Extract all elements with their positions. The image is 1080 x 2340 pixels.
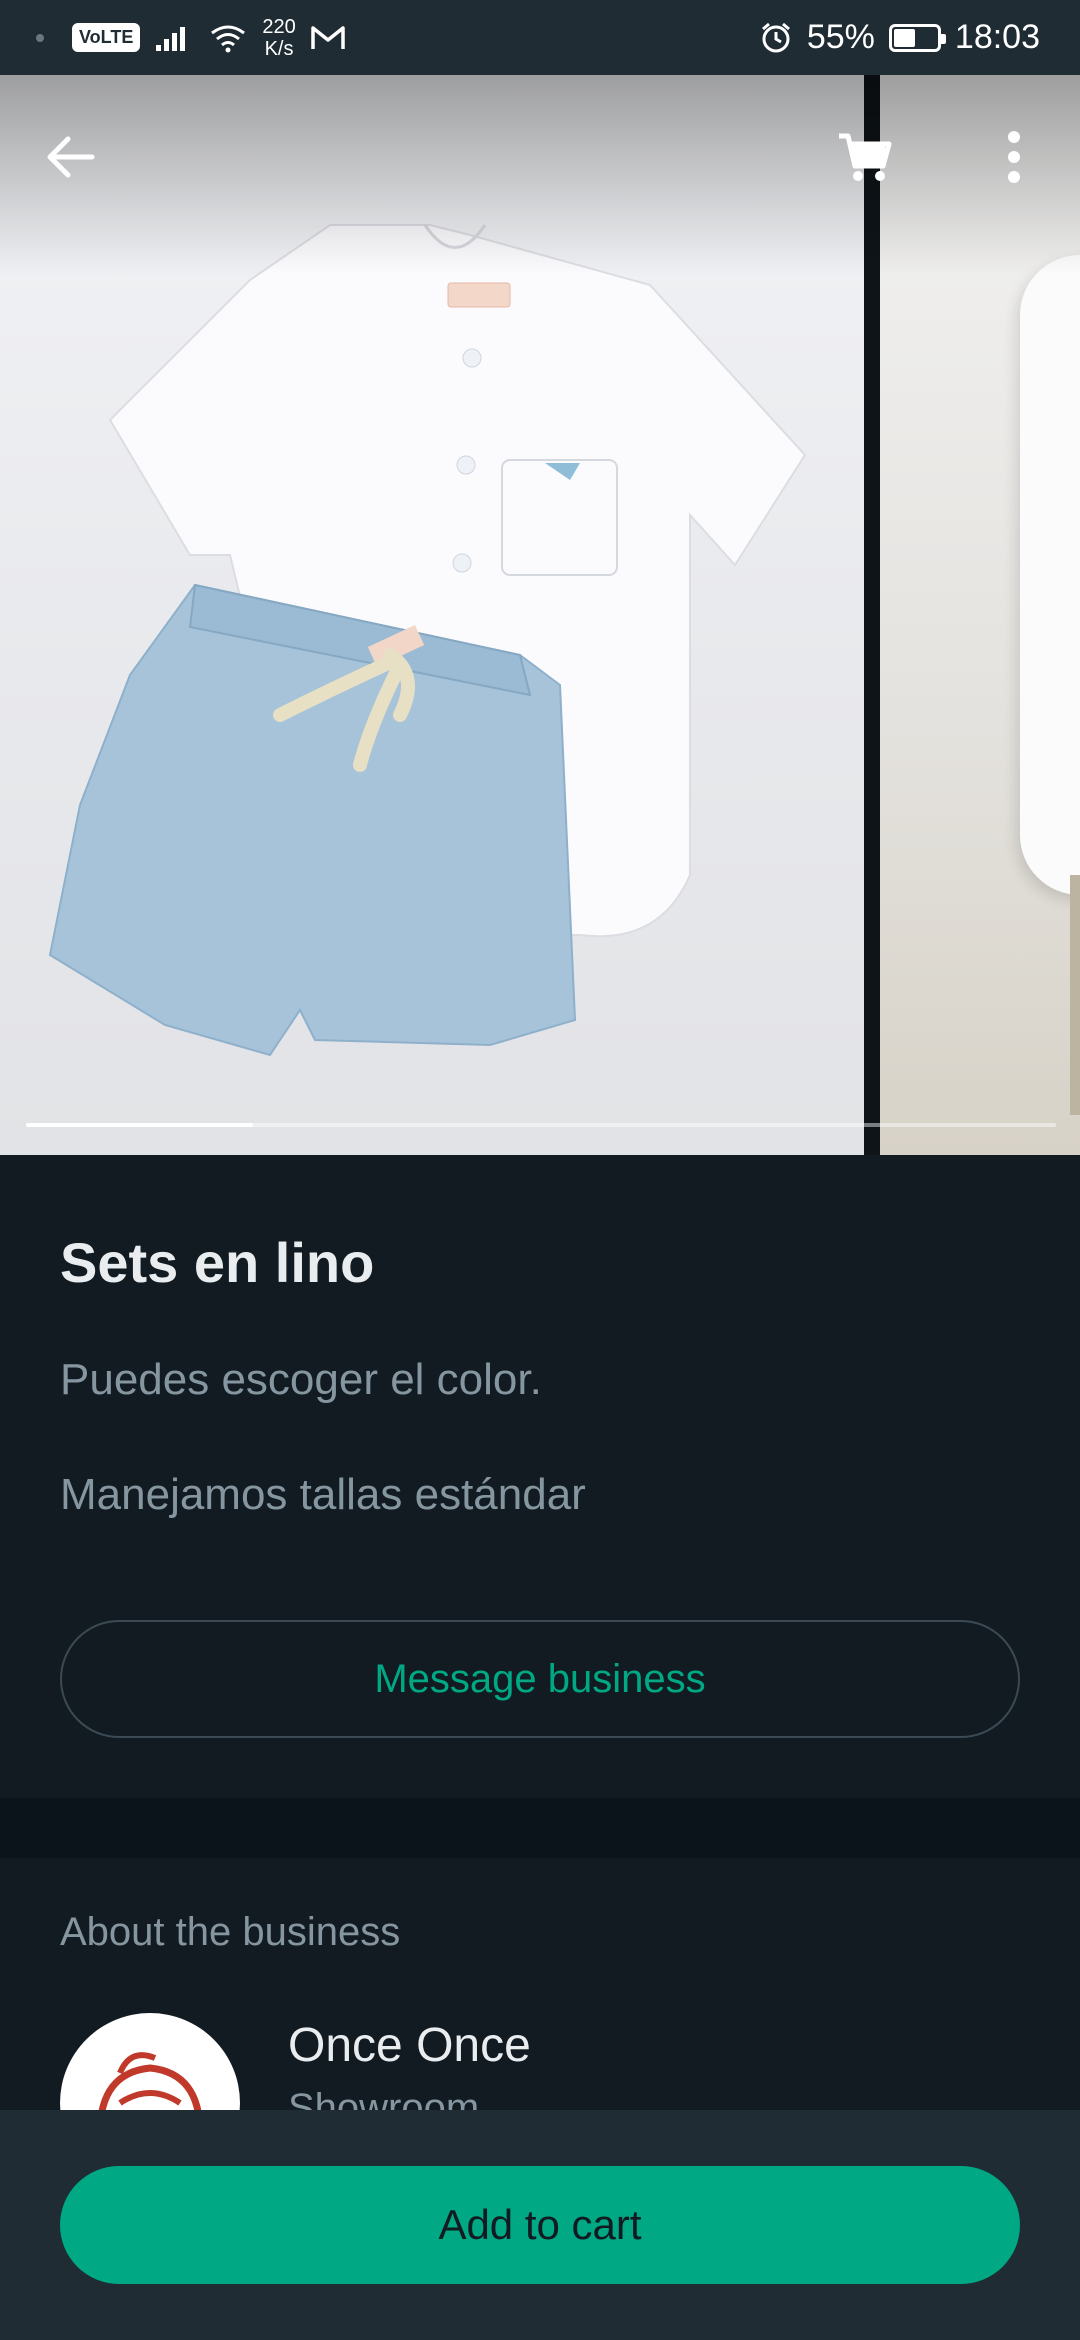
network-speed: 220 K/s <box>262 16 295 60</box>
next-photo-pants <box>1070 875 1080 1115</box>
message-business-button[interactable]: Message business <box>60 1620 1020 1738</box>
gmail-icon <box>310 25 345 49</box>
volte-badge: VoLTE <box>72 23 141 52</box>
business-name[interactable]: Once Once <box>288 2018 531 2073</box>
network-speed-value: 220 <box>262 15 296 38</box>
about-business-section: About the business Once Once Showroom <box>0 1858 1080 2193</box>
battery-percent: 55% <box>806 18 875 56</box>
network-speed-unit: K/s <box>264 37 294 60</box>
arrow-left-icon <box>47 136 95 178</box>
top-scrim <box>0 75 1080 275</box>
product-title: Sets en lino <box>60 1231 375 1294</box>
gallery-progress-bar <box>26 1123 1056 1127</box>
status-left: VoLTE 220 K/s <box>36 16 346 60</box>
product-details: Sets en lino Puedes escoger el color. Ma… <box>0 1155 1080 1798</box>
product-description-line-1: Puedes escoger el color. <box>60 1355 542 1404</box>
signal-icon <box>156 26 186 51</box>
battery-icon <box>888 23 946 52</box>
wifi-icon <box>211 25 246 52</box>
status-bar: VoLTE 220 K/s 55% 18:03 <box>0 0 1080 75</box>
next-photo-shirt <box>1020 255 1080 895</box>
clock: 18:03 <box>954 18 1040 56</box>
cart-button[interactable] <box>832 125 896 189</box>
bottom-action-bar: Add to cart <box>0 2110 1080 2340</box>
add-to-cart-button[interactable]: Add to cart <box>60 2166 1020 2284</box>
more-vert-icon <box>1008 131 1020 183</box>
cart-icon <box>839 133 892 181</box>
battery-fill <box>893 28 916 47</box>
back-button[interactable] <box>38 125 102 189</box>
more-options-button[interactable] <box>982 125 1046 189</box>
section-separator <box>0 1798 1080 1858</box>
alarm-icon <box>761 22 790 52</box>
product-image-gallery[interactable] <box>0 75 1080 1155</box>
gallery-progress-fill <box>26 1123 253 1127</box>
product-description-line-2: Manejamos tallas estándar <box>60 1470 586 1519</box>
about-section-label: About the business <box>60 1910 401 1954</box>
status-right: 55% 18:03 <box>759 18 1040 57</box>
notification-dot <box>36 33 44 42</box>
